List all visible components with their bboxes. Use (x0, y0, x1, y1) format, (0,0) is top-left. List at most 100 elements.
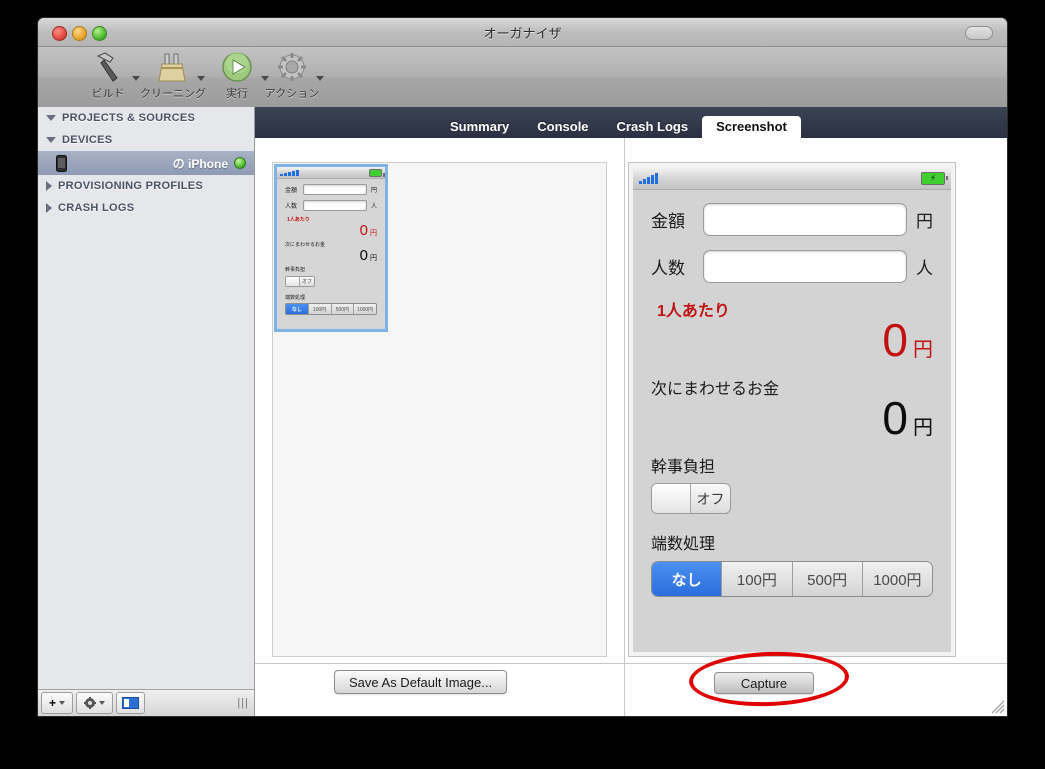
thumb-toggle-state: オフ (301, 279, 312, 285)
amount-unit: 円 (916, 212, 933, 231)
save-as-default-image-button[interactable]: Save As Default Image... (334, 670, 508, 694)
people-input[interactable] (703, 250, 907, 283)
thumb-per-person-value: 0 (359, 222, 368, 239)
signal-bars-icon (280, 169, 299, 176)
signal-bars-icon (639, 172, 658, 184)
thumb-rounding-segments: なし 100円 500円 1000円 (285, 303, 377, 315)
per-person-row: 0 円 (651, 317, 933, 363)
sidebar-group-crashlogs[interactable]: CRASH LOGS (38, 197, 254, 219)
toolbar-action-label: アクション (264, 88, 320, 100)
ios-status-bar: ⚡ (633, 167, 951, 190)
thumb-per-person-unit: 円 (370, 230, 377, 237)
thumb-amount-input (303, 184, 367, 195)
thumb-rounding-option-0: なし (286, 304, 308, 314)
hammer-icon (72, 51, 144, 83)
window-titlebar: オーガナイザ (38, 18, 1007, 47)
thumb-people-input (303, 200, 367, 211)
toolbar-toggle-button[interactable] (965, 26, 993, 40)
rounding-option-none[interactable]: なし (652, 562, 722, 596)
disclosure-triangle-icon[interactable] (46, 181, 52, 191)
thumb-organizer-toggle: オフ (285, 276, 315, 287)
screenshot-library-pane: 金額 円 人数 人 1人あたり 0 円 次にまわせるお金 0 円 幹事負担 オフ… (255, 138, 624, 716)
sidebar-list: PROJECTS & SOURCES DEVICES の iPhone PROV… (38, 107, 254, 689)
sidebar-group-devices-label: DEVICES (62, 134, 113, 146)
thumb-people-label: 人数 (285, 204, 298, 210)
screenshot-preview-pane: ⚡ 金額 円 人数 人 1人あたり 0 円 次にまわせるお金 0 円 幹事負担 … (625, 138, 1007, 716)
panel-toggle-icon (122, 697, 140, 709)
tab-screenshot[interactable]: Screenshot (702, 116, 801, 138)
settings-button[interactable] (76, 692, 114, 714)
rounding-heading: 端数処理 (651, 536, 716, 553)
amount-label: 金額 (651, 212, 685, 231)
thumb-toggle-knob (286, 277, 300, 286)
thumb-rounding-option-1: 100円 (307, 304, 331, 314)
disclosure-triangle-icon[interactable] (46, 115, 56, 121)
action-menu-caret[interactable] (316, 76, 324, 81)
organizer-toggle[interactable]: オフ (651, 483, 731, 514)
left-pane-separator (255, 663, 624, 664)
thumbnail-item[interactable]: 金額 円 人数 人 1人あたり 0 円 次にまわせるお金 0 円 幹事負担 オフ… (274, 164, 388, 332)
toolbar-clean-label: クリーニング (140, 88, 206, 100)
window-resize-corner[interactable] (991, 700, 1005, 714)
chevron-down-icon (99, 701, 106, 705)
main-pane: Summary Console Crash Logs Screenshot 金額… (255, 107, 1007, 716)
sidebar-group-projects-label: PROJECTS & SOURCES (62, 112, 196, 124)
chevron-down-icon (59, 701, 66, 705)
amount-input[interactable] (703, 203, 907, 236)
sidebar-resize-grip[interactable]: ||| (237, 697, 249, 709)
rounding-segmented-control[interactable]: なし 100円 500円 1000円 (651, 561, 933, 597)
thumb-carry-over-value: 0 (359, 247, 368, 264)
gear-icon (84, 697, 97, 709)
disclosure-triangle-icon[interactable] (46, 137, 56, 143)
people-unit: 人 (916, 259, 933, 278)
toolbar-build-button[interactable]: ビルド (72, 51, 144, 101)
sidebar-group-provisioning-label: PROVISIONING PROFILES (58, 180, 204, 192)
amount-row: 金額 円 (651, 203, 933, 236)
per-person-value: 0 (882, 314, 908, 366)
organizer-window: オーガナイザ ビルド クリーニング 実行 アクション PROJECTS & SO… (38, 18, 1007, 716)
toolbar-clean-button[interactable]: クリーニング (137, 51, 209, 101)
toolbar-action-button[interactable]: アクション (256, 51, 328, 101)
tab-bar: Summary Console Crash Logs Screenshot (255, 107, 1007, 138)
sidebar-bottom-bar: + ||| (38, 689, 254, 716)
rounding-option-100[interactable]: 100円 (721, 562, 792, 596)
thumb-amount-unit: 円 (370, 188, 377, 194)
battery-charging-icon: ⚡ (921, 171, 948, 185)
main-toolbar: ビルド クリーニング 実行 アクション (38, 47, 1007, 108)
rounding-option-1000[interactable]: 1000円 (861, 562, 932, 596)
tab-summary[interactable]: Summary (436, 116, 523, 138)
thumb-app-content: 金額 円 人数 人 1人あたり 0 円 次にまわせるお金 0 円 幹事負担 オフ… (277, 178, 385, 329)
screenshot-frame: ⚡ 金額 円 人数 人 1人あたり 0 円 次にまわせるお金 0 円 幹事負担 … (628, 162, 956, 657)
toolbar-build-label: ビルド (91, 88, 125, 100)
iphone-icon (56, 154, 67, 172)
capture-highlight-annotation (688, 649, 850, 709)
per-person-unit: 円 (913, 339, 933, 361)
device-status-indicator (234, 157, 246, 169)
plus-icon: + (49, 696, 57, 710)
thumb-people-unit: 人 (370, 204, 377, 210)
people-label: 人数 (651, 259, 685, 278)
people-row: 人数 人 (651, 250, 933, 283)
sidebar: PROJECTS & SOURCES DEVICES の iPhone PROV… (38, 107, 255, 716)
organizer-heading: 幹事負担 (651, 459, 716, 476)
thumb-rounding-option-3: 1000円 (353, 304, 376, 314)
battery-charging-icon (369, 168, 385, 177)
toggle-knob (652, 484, 691, 513)
app-content: 金額 円 人数 人 1人あたり 0 円 次にまわせるお金 0 円 幹事負担 オフ… (633, 189, 951, 652)
tab-console[interactable]: Console (523, 116, 602, 138)
rounding-option-500[interactable]: 500円 (791, 562, 862, 596)
carry-over-row: 0 円 (651, 395, 933, 441)
panel-toggle-button[interactable] (116, 692, 146, 714)
sidebar-group-provisioning[interactable]: PROVISIONING PROFILES (38, 175, 254, 197)
sidebar-group-devices[interactable]: DEVICES (38, 129, 254, 151)
sidebar-group-projects[interactable]: PROJECTS & SOURCES (38, 107, 254, 129)
broom-icon (137, 51, 209, 83)
window-title: オーガナイザ (483, 26, 562, 41)
thumb-rounding-option-2: 500円 (330, 304, 354, 314)
screenshot-panes: 金額 円 人数 人 1人あたり 0 円 次にまわせるお金 0 円 幹事負担 オフ… (255, 138, 1007, 716)
thumb-rounding-heading: 端数処理 (285, 295, 306, 301)
add-button[interactable]: + (41, 692, 74, 714)
sidebar-item-iphone[interactable]: の iPhone (38, 151, 254, 175)
disclosure-triangle-icon[interactable] (46, 203, 52, 213)
tab-crash-logs[interactable]: Crash Logs (603, 116, 703, 138)
